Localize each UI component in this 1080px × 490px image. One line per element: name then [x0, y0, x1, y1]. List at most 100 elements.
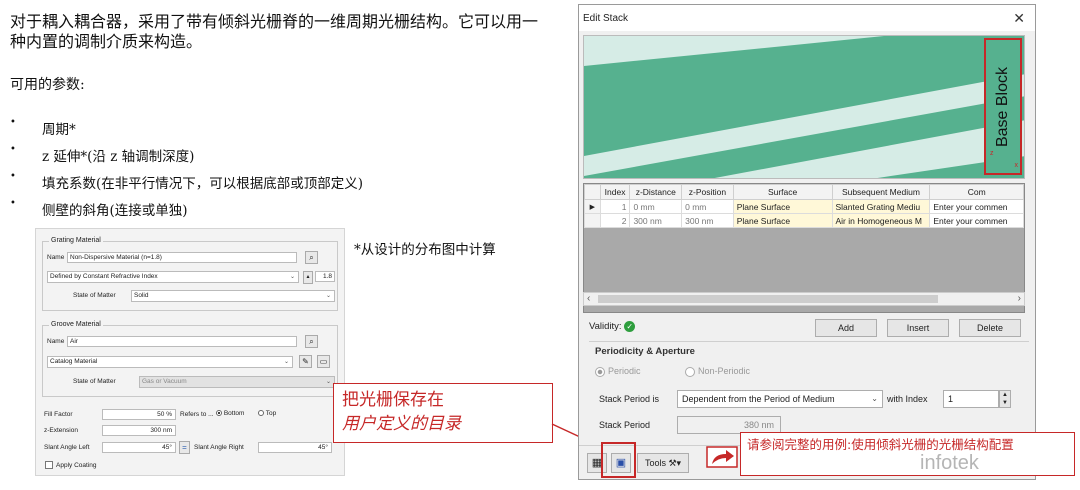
edit-stack-dialog: Edit Stack ✕ Base Block z x Index z-Dist… — [578, 4, 1036, 480]
index-spinner[interactable]: ▲ ▼ — [999, 390, 1011, 408]
stack-preview — [583, 35, 1025, 179]
groove-name-field[interactable]: Air — [67, 336, 297, 347]
stack-period-is-label: Stack Period is — [599, 394, 660, 404]
index-field[interactable]: 1 — [943, 390, 999, 408]
definition-select[interactable]: Defined by Constant Refractive Index ⌄ — [47, 271, 299, 283]
column-header[interactable]: Subsequent Medium — [831, 184, 931, 200]
list-item: • 侧壁的斜角(连接或单独) — [10, 199, 188, 219]
table-cell[interactable]: 300 nm — [629, 213, 683, 228]
groove-material-group: Groove Material Name Air ⌕ Catalog Mater… — [42, 321, 338, 397]
table-cell[interactable]: 0 mm — [681, 199, 734, 214]
row-header — [584, 213, 601, 228]
non-periodic-radio[interactable]: Non-Periodic — [685, 366, 750, 377]
bullet-icon: • — [10, 171, 16, 182]
radio-icon — [258, 410, 264, 417]
add-button[interactable]: Add — [815, 319, 877, 337]
use-case-note: 请参阅完整的用例:使用倾斜光栅的光栅结构配置 — [740, 432, 1075, 476]
bottom-radio[interactable]: Bottom — [216, 410, 244, 417]
grating-name-field[interactable]: Non-Dispersive Material (n=1.8) — [67, 252, 297, 263]
dialog-titlebar: Edit Stack ✕ — [579, 5, 1035, 31]
table-row[interactable]: ▶ 1 0 mm 0 mm Plane Surface Slanted Grat… — [584, 199, 1024, 214]
save-highlight-box — [601, 442, 636, 478]
spin-icon[interactable]: ▴ — [303, 271, 313, 284]
slant-angle-left-field[interactable]: 45° — [102, 442, 176, 453]
z-extension-field[interactable]: 300 nm — [102, 425, 176, 436]
annotation-line-1: 把光栅保存在 — [342, 390, 444, 410]
list-item: • z 延伸*(沿 z 轴调制深度) — [10, 144, 195, 166]
scroll-right-icon[interactable]: › — [1018, 293, 1021, 305]
table-row[interactable]: 2 300 nm 300 nm Plane Surface Air in Hom… — [584, 213, 1024, 228]
table-cell[interactable]: 300 nm — [681, 213, 734, 228]
intro-paragraph: 对于耦入耦合器，采用了带有倾斜光栅脊的一维周期光栅结构。它可以用一种内置的调制介… — [10, 12, 539, 51]
validity-label: Validity: — [589, 321, 622, 333]
list-item: • 填充系数(在非平行情况下，可以根据底部或顶部定义) — [10, 171, 364, 193]
list-item: • 周期* — [10, 117, 76, 139]
slant-angle-right-field[interactable]: 45° — [258, 442, 332, 453]
slanted-grating-graphic — [584, 36, 1024, 178]
groove-material-title: Groove Material — [49, 321, 103, 328]
edit-pencil-icon[interactable]: ✎ — [299, 355, 312, 368]
table-cell[interactable]: Enter your commen — [929, 213, 1024, 228]
column-header[interactable]: Index — [599, 184, 631, 200]
z-extension-label: z-Extension — [44, 427, 78, 434]
bullet-icon: • — [10, 199, 16, 209]
table-cell[interactable]: 1 — [599, 199, 631, 214]
row-header-corner — [584, 184, 601, 200]
bullet-icon: • — [10, 117, 16, 128]
table-cell[interactable]: Plane Surface — [732, 213, 833, 228]
column-header[interactable]: Surface — [732, 184, 833, 200]
delete-button[interactable]: Delete — [959, 319, 1021, 337]
table-cell[interactable]: Slanted Grating Mediu — [831, 199, 931, 214]
tools-menu-button[interactable]: Tools ⚒▾ — [637, 453, 689, 473]
parameters-title: 可用的参数: — [10, 77, 85, 93]
column-header[interactable]: z-Distance — [629, 184, 683, 200]
scroll-left-icon[interactable]: ‹ — [587, 293, 590, 305]
table-cell[interactable]: 2 — [599, 213, 631, 228]
fill-factor-field[interactable]: 50 % — [102, 409, 176, 420]
bullet-icon: • — [10, 144, 16, 155]
chevron-down-icon: ⌄ — [325, 293, 331, 299]
apply-coating-label: Apply Coating — [56, 462, 97, 469]
groove-name-label: Name — [47, 338, 65, 345]
state-of-matter-label: State of Matter — [73, 292, 116, 299]
slant-angle-right-label: Slant Angle Right — [194, 444, 244, 451]
periodic-radio[interactable]: Periodic — [595, 366, 641, 377]
table-cell[interactable]: 0 mm — [629, 199, 683, 214]
base-block: Base Block z x — [984, 38, 1022, 175]
scrollbar-thumb[interactable] — [598, 295, 938, 303]
radio-selected-icon — [216, 410, 222, 417]
periodicity-title: Periodicity & Aperture — [595, 346, 695, 357]
groove-state-select: Gas or Vacuum ⌄ — [139, 376, 335, 388]
grating-material-group: Grating Material Name Non-Dispersive Mat… — [42, 237, 338, 311]
grating-material-title: Grating Material — [49, 237, 103, 244]
radio-selected-icon — [595, 366, 605, 377]
catalog-select[interactable]: Catalog Material ⌄ — [47, 356, 293, 368]
search-icon[interactable]: ⌕ — [305, 251, 318, 264]
top-radio[interactable]: Top — [258, 410, 276, 417]
state-of-matter-select[interactable]: Solid ⌄ — [131, 290, 335, 302]
table-cell[interactable]: Enter your commen — [929, 199, 1024, 214]
check-icon: ✓ — [624, 321, 636, 332]
insert-button[interactable]: Insert — [887, 319, 949, 337]
slant-angle-left-label: Slant Angle Left — [44, 444, 90, 451]
current-row-icon: ▶ — [584, 199, 601, 214]
folder-icon[interactable]: ▭ — [317, 355, 330, 368]
column-header[interactable]: z-Position — [681, 184, 734, 200]
radio-icon — [685, 366, 695, 377]
refractive-index-field[interactable]: 1.8 — [315, 271, 335, 282]
stack-period-mode-select[interactable]: Dependent from the Period of Medium ⌄ — [677, 390, 883, 408]
search-icon[interactable]: ⌕ — [305, 335, 318, 348]
table-cell[interactable]: Plane Surface — [732, 199, 833, 214]
chevron-down-icon: ⌄ — [289, 274, 295, 280]
horizontal-scrollbar[interactable]: ‹ › — [583, 292, 1025, 306]
dialog-title: Edit Stack — [583, 13, 629, 24]
with-index-label: with Index — [887, 394, 928, 404]
column-header[interactable]: Com — [929, 184, 1024, 200]
z-axis-label: z — [990, 150, 994, 157]
close-icon[interactable]: ✕ — [1013, 10, 1025, 27]
table-cell[interactable]: Air in Homogeneous M — [831, 213, 931, 228]
link-angles-button[interactable]: = — [179, 441, 190, 454]
periodicity-section: Periodicity & Aperture Periodic Non-Peri… — [589, 341, 1029, 437]
groove-state-label: State of Matter — [73, 378, 116, 385]
apply-coating-checkbox[interactable] — [45, 461, 53, 469]
